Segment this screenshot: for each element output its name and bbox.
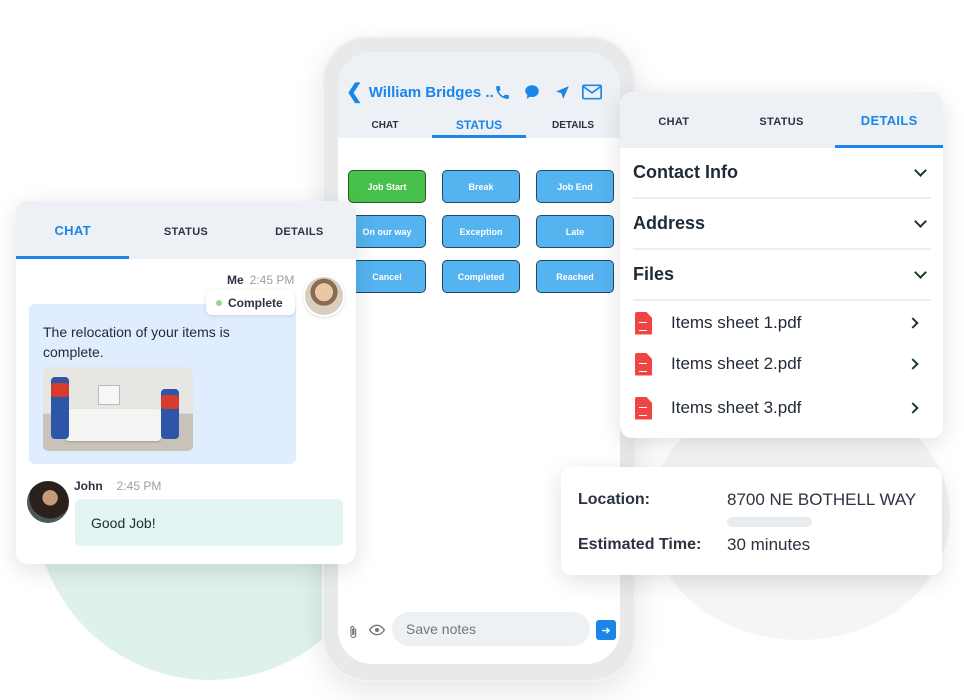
paperclip-icon[interactable] [346, 624, 360, 644]
tab-chat[interactable]: CHAT [338, 114, 432, 138]
file-item[interactable]: Items sheet 1.pdf [635, 308, 925, 338]
contact-name: William Bridges .. [368, 83, 494, 101]
tab-chat[interactable]: CHAT [620, 92, 728, 148]
job-end-button[interactable]: Job End [536, 170, 614, 203]
mail-icon[interactable] [582, 82, 602, 102]
details-card: CHAT STATUS DETAILS Contact Info Address… [620, 92, 943, 438]
sender-name: Me [227, 273, 244, 287]
save-notes-input[interactable] [392, 612, 590, 646]
sender-name: John [74, 479, 103, 493]
status-button-grid: Job Start Break Job End On our way Excep… [348, 170, 614, 293]
status-badge-label: Complete [228, 295, 283, 310]
chat-card-tabs: CHAT STATUS DETAILS [16, 201, 356, 259]
section-title: Files [633, 264, 675, 284]
accordion-address[interactable]: Address [633, 199, 931, 250]
message-bubble-john: Good Job! [75, 499, 343, 546]
movers-image[interactable] [43, 367, 193, 451]
location-label: Location: [578, 491, 650, 508]
phone-header: ❮ William Bridges .. CHAT STATUS DETAILS [338, 52, 620, 138]
status-badge: Complete [206, 290, 295, 315]
chevron-right-icon [907, 402, 919, 414]
message-meta-john: John 2:45 PM [74, 479, 161, 493]
tab-status[interactable]: STATUS [728, 92, 836, 148]
on-our-way-button[interactable]: On our way [348, 215, 426, 248]
file-item[interactable]: Items sheet 2.pdf [635, 349, 925, 379]
pdf-file-icon [635, 311, 652, 335]
tab-details[interactable]: DETAILS [243, 201, 356, 259]
avatar-me [303, 275, 345, 317]
tab-status[interactable]: STATUS [129, 201, 242, 259]
chevron-right-icon [907, 358, 919, 370]
phone-tabs: CHAT STATUS DETAILS [338, 114, 620, 138]
reached-button[interactable]: Reached [536, 260, 614, 293]
arrow-right-icon: ➜ [601, 624, 611, 637]
navigation-icon[interactable] [552, 82, 572, 102]
message-time: 2:45 PM [249, 273, 295, 287]
chevron-down-icon [914, 214, 927, 228]
details-card-tabs: CHAT STATUS DETAILS [620, 92, 943, 148]
late-button[interactable]: Late [536, 215, 614, 248]
eye-icon[interactable] [368, 622, 386, 643]
section-title: Contact Info [633, 162, 738, 182]
tab-status[interactable]: STATUS [432, 114, 526, 138]
file-name: Items sheet 3.pdf [671, 398, 802, 417]
phone-icon[interactable] [492, 82, 512, 102]
break-button[interactable]: Break [442, 170, 520, 203]
file-name: Items sheet 2.pdf [671, 354, 802, 373]
exception-button[interactable]: Exception [442, 215, 520, 248]
pdf-file-icon [635, 352, 652, 376]
location-value: 8700 NE BOTHELL WAY [727, 490, 917, 509]
send-button[interactable]: ➜ [596, 620, 616, 640]
message-meta-me: Me 2:45 PM [227, 273, 294, 287]
message-text: The relocation of your items is complete… [43, 324, 230, 360]
location-card: Location: 8700 NE BOTHELL WAY Estimated … [561, 467, 942, 575]
phone-mockup: ❮ William Bridges .. CHAT STATUS DETAILS… [322, 36, 636, 682]
accordion-files[interactable]: Files [633, 250, 931, 301]
chevron-down-icon [914, 265, 927, 279]
chevron-down-icon [914, 163, 927, 177]
tab-details[interactable]: DETAILS [835, 92, 943, 148]
location-placeholder-bar [727, 517, 812, 527]
message-time: 2:45 PM [116, 479, 162, 493]
chat-card: CHAT STATUS DETAILS The relocation of yo… [16, 201, 356, 564]
status-dot-icon [216, 299, 222, 306]
pdf-file-icon [635, 396, 652, 420]
tab-chat[interactable]: CHAT [16, 201, 130, 259]
estimated-time-value: 30 minutes [727, 535, 811, 554]
back-chevron-icon[interactable]: ❮ [346, 82, 363, 102]
file-name: Items sheet 1.pdf [671, 313, 802, 332]
file-item[interactable]: Items sheet 3.pdf [635, 393, 925, 423]
accordion-contact-info[interactable]: Contact Info [633, 148, 931, 199]
section-title: Address [633, 213, 706, 233]
chat-bubble-icon[interactable] [522, 82, 542, 102]
notes-bar: ➜ [338, 612, 620, 652]
message-bubble-me: The relocation of your items is complete… [29, 304, 296, 464]
estimated-time-label: Estimated Time: [578, 536, 702, 553]
tab-details[interactable]: DETAILS [526, 114, 620, 138]
cancel-button[interactable]: Cancel [348, 260, 426, 293]
chevron-right-icon [907, 317, 919, 329]
completed-button[interactable]: Completed [442, 260, 520, 293]
avatar-john [27, 481, 69, 523]
job-start-button[interactable]: Job Start [348, 170, 426, 203]
